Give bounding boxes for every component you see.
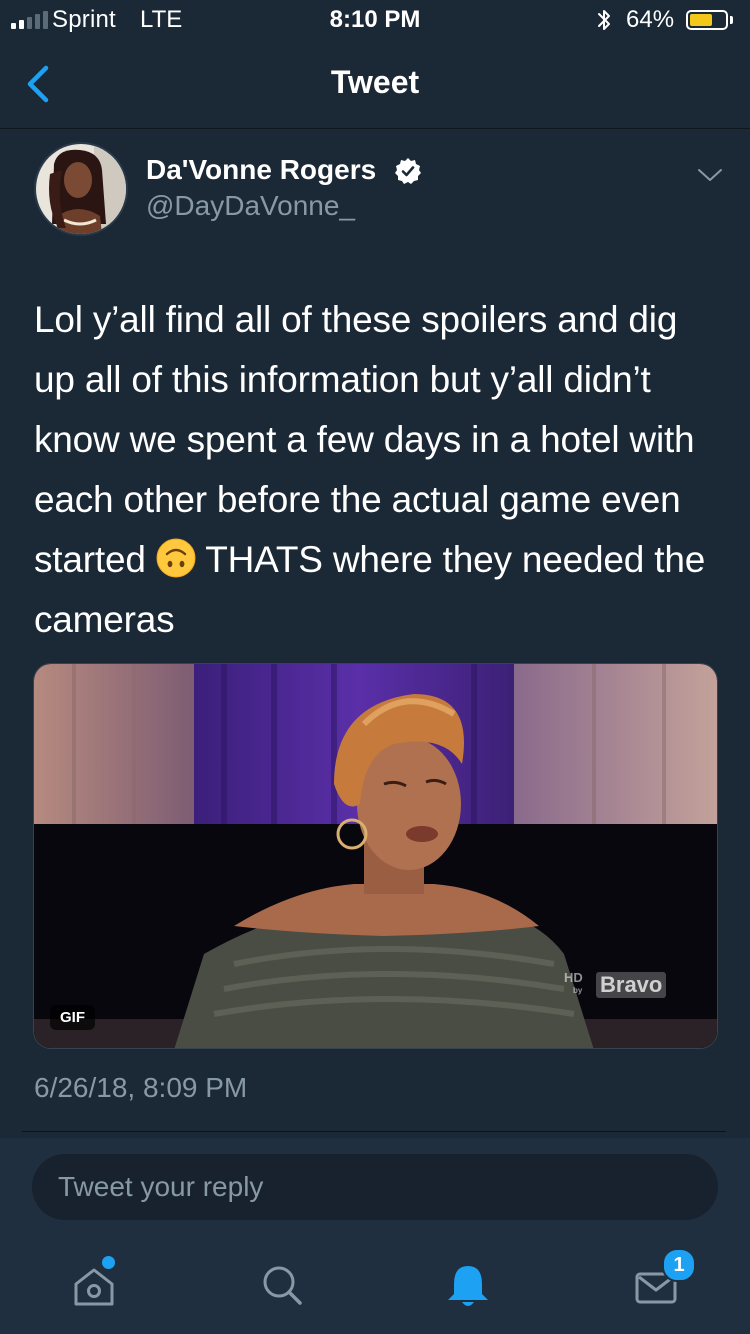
- tweet-media-gif[interactable]: GIF HD by Bravo: [33, 663, 718, 1049]
- gif-badge: GIF: [50, 1005, 95, 1030]
- home-notification-dot: [102, 1256, 115, 1269]
- upside-down-face-emoji: [156, 538, 196, 578]
- watermark-brand: Bravo: [596, 972, 667, 998]
- page-title: Tweet: [330, 64, 420, 100]
- tab-bar: 1: [0, 1236, 750, 1334]
- battery-fill: [690, 14, 712, 26]
- reply-input[interactable]: [32, 1154, 718, 1220]
- reply-bar: [0, 1138, 750, 1236]
- tab-home[interactable]: [64, 1256, 124, 1316]
- verified-badge-icon: [395, 158, 421, 184]
- avatar[interactable]: [34, 142, 128, 236]
- bluetooth-icon: [598, 10, 610, 30]
- tweet-text: Lol y’all find all of these spoilers and…: [34, 290, 724, 650]
- divider: [22, 1131, 726, 1132]
- watermark-by: by: [573, 986, 583, 995]
- search-icon: [263, 1266, 302, 1305]
- battery-icon: [686, 10, 728, 30]
- tweet-timestamp: 6/26/18, 8:09 PM: [34, 1072, 248, 1103]
- avatar-photo: [36, 144, 126, 234]
- user-handle[interactable]: @DayDaVonne_: [146, 190, 355, 222]
- tab-notifications[interactable]: [438, 1256, 498, 1316]
- tweet-text-part-1: Lol y’all find all of these spoilers and…: [34, 299, 695, 580]
- tab-messages[interactable]: 1: [626, 1248, 696, 1316]
- nav-bar: Tweet: [0, 40, 750, 129]
- chevron-down-icon[interactable]: [696, 166, 724, 184]
- bell-icon: [448, 1266, 488, 1306]
- display-name[interactable]: Da'Vonne Rogers: [146, 154, 376, 186]
- messages-badge: 1: [662, 1248, 696, 1282]
- tab-search[interactable]: [252, 1256, 312, 1316]
- home-icon: [74, 1268, 114, 1306]
- battery-percent: 64%: [626, 6, 675, 33]
- battery-nub: [730, 16, 733, 24]
- watermark-hd: HD: [564, 970, 583, 985]
- status-bar: Sprint LTE 8:10 PM 64%: [0, 0, 750, 40]
